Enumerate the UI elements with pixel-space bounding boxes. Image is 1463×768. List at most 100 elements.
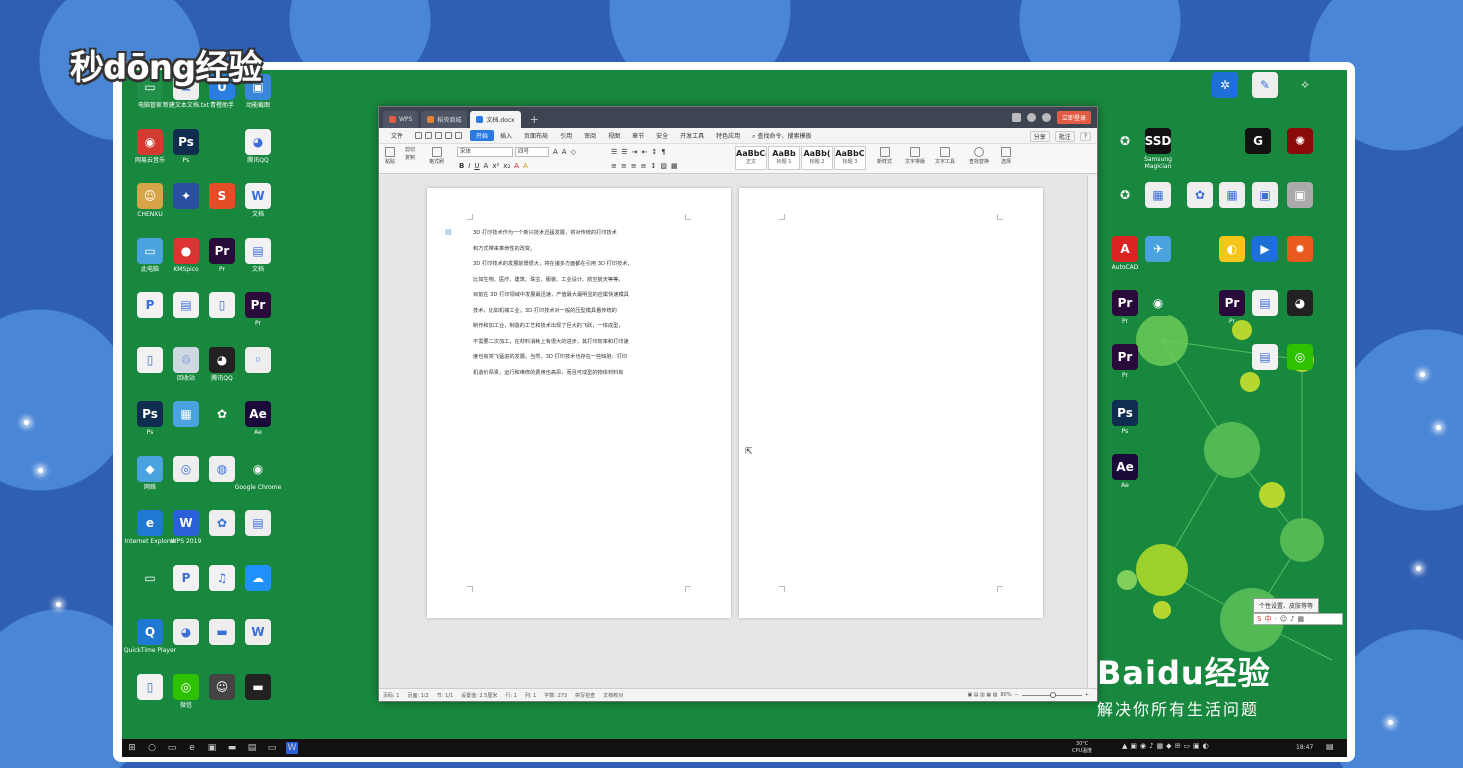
style-4[interactable]: AaBbC 标题 3 (834, 146, 866, 170)
notification-icon[interactable]: ▤ (1326, 742, 1334, 751)
paragraph-handle-icon[interactable]: ▤ (445, 228, 452, 236)
desktop-icon-left[interactable]: Pr Pr (230, 292, 286, 327)
print-icon[interactable] (425, 132, 433, 139)
clock[interactable]: 18:47 (1296, 744, 1313, 751)
align-right-icon[interactable]: ≡ (631, 162, 637, 170)
style-1[interactable]: AaBbCcDd正文 (735, 146, 767, 170)
wps-writer-window[interactable]: WPS 稻壳商城 文档.docx + 立即登录 文件 开始 插入 页面布局 引用 审阅 视图 章节… (378, 106, 1098, 702)
desktop-icon-left[interactable]: ◉ Google Chrome (230, 455, 286, 491)
font-size-select[interactable]: 四号 (515, 147, 549, 157)
font-color-icon[interactable]: A (514, 162, 519, 170)
desktop-icon-right[interactable]: ✧ (1277, 72, 1333, 100)
document-area[interactable]: ▤ 3D 打印技术作为一个新兴技术迅猛发展，将对传统的打印技术 和方式带来革命性的… (379, 175, 1088, 690)
zoom-slider-thumb[interactable] (1049, 691, 1056, 698)
taskbar-store-icon[interactable]: ▣ (206, 742, 218, 754)
tray-icons[interactable]: ▲▣◉♪▦◆✉▭▣◐ (1122, 742, 1212, 750)
bullets-icon[interactable]: ☰ (611, 148, 617, 156)
menu-5[interactable]: 引用 (554, 131, 578, 140)
desktop-icon-right[interactable]: ▣ (1272, 182, 1328, 210)
status-words[interactable]: 字数: 273 (544, 692, 567, 699)
border-icon[interactable]: ▦ (671, 162, 678, 170)
start-button[interactable]: ⊞ (126, 742, 138, 754)
underline-icon[interactable]: U (474, 162, 479, 170)
ime-mode[interactable]: 中 (1264, 614, 1271, 624)
share-button[interactable]: 分享 (1029, 131, 1050, 142)
search-command[interactable]: ⌕ 查找命令、搜索模板 (746, 131, 817, 141)
desktop-icon-right[interactable]: ◎ (1272, 344, 1328, 372)
select-button[interactable]: 选择 (1001, 147, 1011, 165)
desktop-icon-right[interactable]: ◉ (1130, 290, 1186, 318)
settings-icon[interactable] (1041, 113, 1051, 122)
taskbar-screen-icon[interactable]: ▭ (266, 742, 278, 754)
weather-widget[interactable]: 30°C CPU温度 (1072, 741, 1092, 755)
task-view-icon[interactable]: ▭ (166, 742, 178, 754)
bold-icon[interactable]: B (459, 162, 464, 170)
vertical-scrollbar[interactable] (1087, 175, 1097, 690)
italic-icon[interactable]: I (468, 162, 470, 170)
show-marks-icon[interactable]: ¶ (661, 148, 665, 156)
zoom-in-button[interactable]: + (1085, 692, 1089, 698)
grow-font-icon[interactable]: A (553, 148, 558, 156)
menu-4[interactable]: 页面布局 (518, 131, 554, 140)
undo-icon[interactable] (445, 132, 453, 139)
desktop-icon-right[interactable]: Pr Pr (1097, 344, 1153, 379)
text-layout-button[interactable]: 文字排版 (905, 147, 925, 165)
desktop-icon-left[interactable]: W (230, 619, 286, 647)
desktop-icon-left[interactable]: ☁ (230, 564, 286, 593)
subscript-icon[interactable]: x₂ (503, 162, 510, 170)
clear-format-icon[interactable]: ◇ (571, 148, 576, 156)
desktop-icon-left[interactable]: ▤ 文档 (230, 237, 286, 273)
copy-button[interactable]: 复制 (405, 154, 415, 162)
desktop-icon-right[interactable]: SSD Samsung Magician (1130, 128, 1186, 170)
view-mode-icons[interactable]: ▣ ▤ ▥ ▦ ▧ (967, 692, 997, 698)
sort-icon[interactable]: ↕ (651, 148, 657, 156)
page-1[interactable]: ▤ 3D 打印技术作为一个新兴技术迅猛发展，将对传统的打印技术 和方式带来革命性的… (427, 188, 731, 618)
menu-8[interactable]: 章节 (626, 131, 650, 140)
skin-icon[interactable] (1026, 113, 1036, 122)
desktop-icon-left[interactable]: Ae Ae (230, 401, 286, 436)
zoom-out-button[interactable]: − (1015, 692, 1019, 698)
cut-button[interactable]: 剪切 (405, 146, 415, 154)
line-spacing-icon[interactable]: ↕ (651, 162, 657, 170)
menu-11[interactable]: 特色应用 (710, 131, 746, 140)
taskbar-app-icon[interactable]: ▤ (246, 742, 258, 754)
taskbar-ie-icon[interactable]: e (186, 742, 198, 754)
login-button[interactable]: 立即登录 (1056, 111, 1091, 124)
desktop-icon-left[interactable]: ▤ (230, 510, 286, 538)
desktop-icon-right[interactable]: ◕ (1272, 290, 1328, 318)
tab-3[interactable]: 文档.docx (470, 111, 521, 128)
menu-9[interactable]: 安全 (650, 131, 674, 140)
style-3[interactable]: AaBb(标题 2 (801, 146, 833, 170)
tab-2[interactable]: 稻壳商城 (421, 111, 468, 128)
text-tools-button[interactable]: 文字工具 (935, 147, 955, 165)
desktop-icon-left[interactable]: ◦ (230, 346, 286, 375)
page-2[interactable] (739, 188, 1043, 618)
strike-icon[interactable]: A (484, 162, 489, 170)
desktop-icon-right[interactable]: ✹ (1272, 236, 1328, 264)
save-icon[interactable] (415, 132, 423, 139)
desktop-icon-right[interactable]: ✺ (1272, 128, 1328, 156)
layout-icon[interactable] (1011, 113, 1021, 122)
menu-10[interactable]: 开发工具 (674, 131, 710, 140)
style-2[interactable]: AaBb 标题 1 (768, 146, 800, 170)
desktop-icon-left[interactable]: W 文档 (230, 183, 286, 218)
new-tab-button[interactable]: + (524, 111, 545, 128)
menu-7[interactable]: 视图 (602, 131, 626, 140)
desktop-icon-left[interactable]: ▬ (230, 673, 286, 702)
indent-icon[interactable]: ⇥ (632, 148, 638, 156)
ime-toolbar[interactable]: S 中 · ☺ ♪ ▦ (1253, 613, 1343, 625)
menu-2[interactable]: 开始 (470, 130, 495, 141)
taskbar-explorer-icon[interactable]: ▬ (226, 742, 238, 754)
menu-6[interactable]: 审阅 (578, 131, 602, 140)
highlight-icon[interactable]: A (523, 162, 528, 170)
align-left-icon[interactable]: ≡ (611, 162, 617, 170)
redo-icon[interactable] (455, 132, 463, 139)
new-style-button[interactable]: 新样式 (877, 147, 892, 165)
desktop-icon-right[interactable]: ✈ (1130, 236, 1186, 264)
find-replace-button[interactable]: 查找替换 (969, 147, 989, 165)
taskbar-wps-icon[interactable]: W (286, 742, 298, 754)
shrink-font-icon[interactable]: A (562, 148, 567, 156)
numbering-icon[interactable]: ☰ (621, 148, 627, 156)
font-name-select[interactable]: 宋体 (457, 147, 513, 157)
paste-button[interactable]: 粘贴 (385, 147, 395, 165)
